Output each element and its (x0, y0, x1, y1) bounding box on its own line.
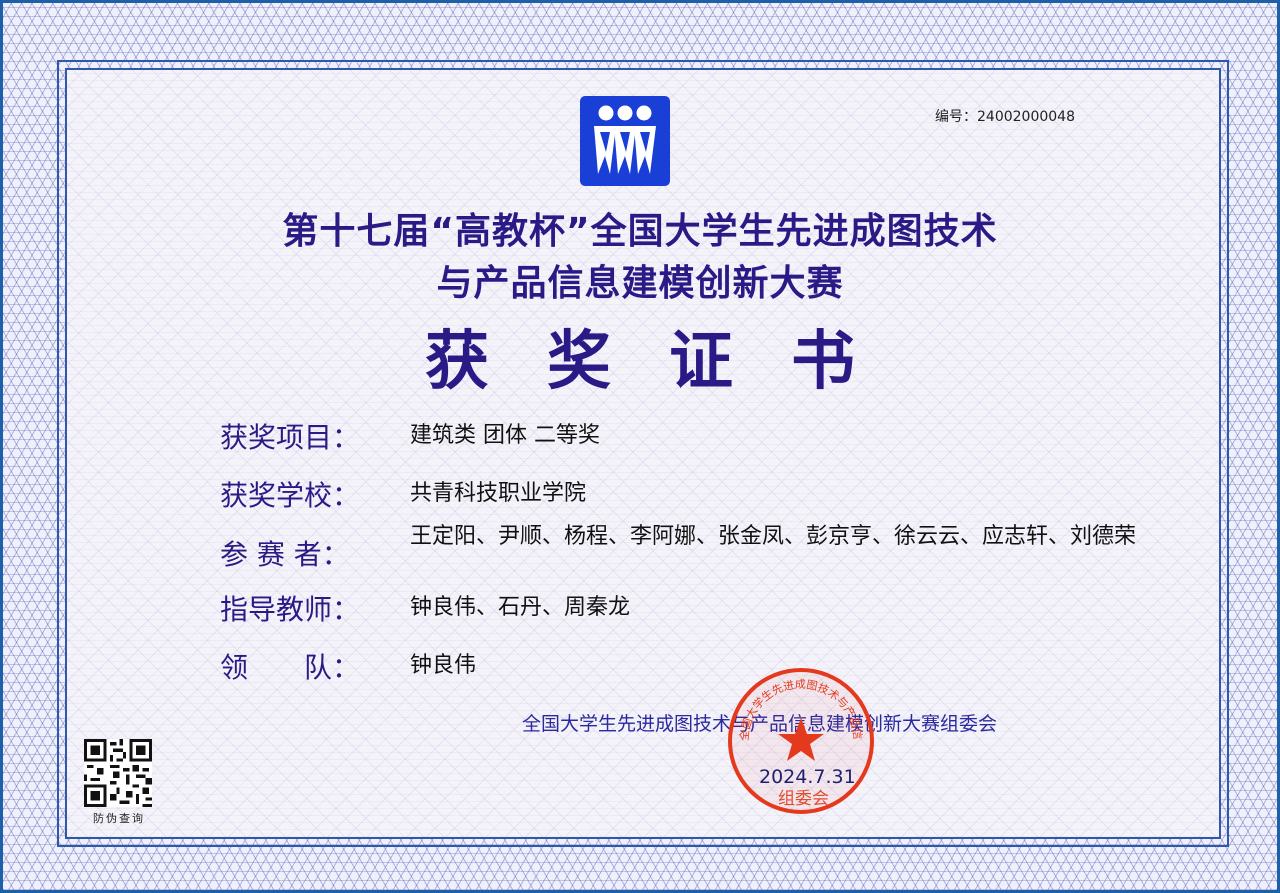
field-label: 领 队： (220, 651, 361, 684)
competition-title-line1: 第十七届“高教杯”全国大学生先进成图技术 (282, 211, 998, 252)
field-value: 建筑类 团体 二等奖 (410, 423, 600, 448)
field-value: 共青科技职业学院 (410, 481, 587, 506)
field-label: 获奖学校： (220, 479, 361, 512)
anti-fake-query-label: 防伪查询 (93, 812, 145, 825)
field-value: 王定阳、尹顺、杨程、李阿娜、张金凤、彭京亨、徐云云、应志轩、刘德荣 (410, 524, 1137, 549)
serial-number: 编号：24002000048 (935, 109, 1075, 125)
certificate-heading: 获奖证书 (425, 325, 913, 399)
qr-code-icon[interactable] (84, 739, 152, 807)
competition-title-line2: 与产品信息建模创新大赛 (436, 263, 844, 304)
seal-bottom-text: 组委会 (778, 789, 829, 809)
field-label: 获奖项目： (220, 421, 361, 454)
field-label: 参 赛 者： (220, 538, 350, 571)
field-value: 钟良伟、石丹、周秦龙 (410, 595, 631, 620)
three-figures-logo-icon (580, 96, 670, 186)
field-label: 指导教师： (220, 593, 361, 626)
